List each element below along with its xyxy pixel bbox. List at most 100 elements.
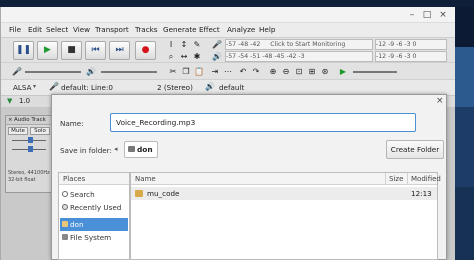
recording-channels-select[interactable]: 2 (Stereo) — [157, 83, 193, 92]
track-control-panel: × Audio Track Mute Solo Stereo, 44100Hz … — [5, 115, 53, 193]
recording-device-select[interactable]: default: Line:0 — [61, 83, 113, 92]
menu-edit[interactable]: Edit — [28, 23, 42, 37]
fit-selection-icon[interactable]: ⊡ — [293, 66, 305, 77]
cut-icon[interactable]: ✂ — [167, 66, 179, 77]
menu-analyze[interactable]: Analyze — [227, 23, 255, 37]
mic-volume-icon: 🎤 — [12, 67, 22, 76]
speaker-volume-icon: 🔊 — [86, 67, 96, 76]
skip-start-icon: ⏮ — [91, 45, 100, 55]
multi-tool-icon[interactable]: ✱ — [191, 51, 203, 62]
track-format-info: Stereo, 44100Hz 32-bit float — [8, 170, 50, 183]
table-row[interactable]: mu_code 12:13 — [131, 187, 437, 200]
skip-end-button[interactable]: ⏭ — [109, 41, 130, 60]
play-icon: ▶ — [44, 45, 51, 55]
playback-device-select[interactable]: default — [219, 83, 244, 92]
search-icon — [62, 191, 68, 197]
places-header: Places — [59, 173, 129, 185]
playback-device-icon: 🔊 — [205, 82, 215, 91]
play-at-speed-icon[interactable]: ▶ — [337, 66, 349, 77]
menu-bar: File Edit Select View Transport Tracks G… — [1, 23, 455, 37]
skip-start-button[interactable]: ⏮ — [85, 41, 106, 60]
save-in-folder-label: Save in folder: — [60, 146, 112, 155]
back-arrow-icon[interactable]: ◂ — [114, 145, 118, 153]
redo-icon[interactable]: ↷ — [250, 66, 262, 77]
selection-tool-icon[interactable]: I — [165, 39, 177, 50]
place-recently-used[interactable]: Recently Used — [60, 201, 128, 214]
playback-meter-right: -12 -9 -6 -3 0 — [375, 51, 447, 62]
menu-view[interactable]: View — [73, 23, 90, 37]
create-folder-button[interactable]: Create Folder — [386, 140, 444, 159]
zoom-toggle-icon[interactable]: ⊛ — [319, 66, 331, 77]
play-head-icon: ▼ — [7, 97, 13, 105]
skip-end-icon: ⏭ — [115, 45, 124, 55]
folder-icon — [135, 190, 143, 197]
silence-icon[interactable]: ⋯ — [222, 66, 234, 77]
audio-host-select[interactable]: ALSA — [13, 83, 32, 92]
save-file-dialog: × Name: Voice_Recording.mp3 Save in fold… — [51, 94, 447, 260]
place-label: don — [70, 220, 84, 229]
maximize-button[interactable]: □ — [422, 10, 432, 20]
recording-device-icon: 🎤 — [49, 82, 59, 91]
record-meter-scale: -57 -48 -42 — [226, 41, 261, 48]
play-speed-slider[interactable] — [353, 71, 397, 73]
path-label: don — [137, 145, 153, 154]
path-button-don[interactable]: don — [124, 141, 158, 158]
home-folder-icon — [62, 221, 68, 227]
menu-effect[interactable]: Effect — [199, 23, 220, 37]
places-sidebar: Places Search Recently Used don File Sys… — [58, 172, 130, 260]
place-label: Recently Used — [70, 203, 122, 212]
gain-slider-thumb[interactable] — [28, 137, 33, 143]
drive-icon — [62, 234, 68, 240]
record-icon: ● — [141, 45, 150, 55]
filename-input[interactable]: Voice_Recording.mp3 — [110, 113, 416, 132]
pause-button[interactable]: ❚❚ — [13, 41, 34, 60]
place-file-system[interactable]: File System — [60, 231, 128, 244]
minimize-button[interactable]: – — [407, 10, 417, 20]
draw-tool-icon[interactable]: ✎ — [191, 39, 203, 50]
play-button[interactable]: ▶ — [37, 41, 58, 60]
desktop-background — [454, 7, 474, 260]
solo-button[interactable]: Solo — [30, 127, 50, 135]
paste-icon[interactable]: 📋 — [193, 66, 205, 77]
playback-volume-slider[interactable] — [101, 71, 157, 73]
recording-volume-slider[interactable] — [25, 71, 81, 73]
track-close-icon[interactable]: × — [8, 116, 13, 125]
copy-icon[interactable]: ❐ — [180, 66, 192, 77]
zoom-in-icon[interactable]: ⊕ — [267, 66, 279, 77]
device-toolbar: ALSA ▾ 🎤 default: Line:0 2 (Stereo) 🔊 de… — [1, 79, 455, 95]
zoom-tool-icon[interactable]: ⌕ — [165, 51, 177, 62]
envelope-tool-icon[interactable]: ↕ — [178, 39, 190, 50]
close-button[interactable]: × — [438, 10, 448, 20]
timeshift-tool-icon[interactable]: ↔ — [178, 51, 190, 62]
mute-button[interactable]: Mute — [8, 127, 28, 135]
playback-meter[interactable]: -57 -54 -51 -48 -45 -42 -3 — [225, 51, 373, 62]
column-modified-header[interactable]: Modified — [407, 173, 441, 185]
playback-meter-icon: 🔊 — [212, 52, 222, 61]
track-name-bar[interactable]: × Audio Track — [6, 116, 52, 125]
mixer-edit-toolbar: 🎤 🔊 ✂ ❐ 📋 ⇥ ⋯ ↶ ↷ ⊕ ⊖ ⊡ ⊞ ⊛ ▶ — [1, 62, 455, 79]
menu-select[interactable]: Select — [46, 23, 68, 37]
menu-generate[interactable]: Generate — [163, 23, 197, 37]
dialog-close-button[interactable]: × — [436, 96, 444, 106]
zoom-out-icon[interactable]: ⊖ — [280, 66, 292, 77]
menu-file[interactable]: File — [9, 23, 21, 37]
place-search[interactable]: Search — [60, 188, 128, 201]
transport-toolbar: ❚❚ ▶ ■ ⏮ ⏭ ● I ↕ ✎ ⌕ ↔ ✱ 🎤 🔊 -57 -48 -42… — [1, 37, 455, 62]
place-don[interactable]: don — [60, 218, 128, 231]
menu-transport[interactable]: Transport — [95, 23, 129, 37]
record-meter[interactable]: -57 -48 -42 Click to Start Monitoring — [225, 39, 373, 50]
trim-icon[interactable]: ⇥ — [209, 66, 221, 77]
column-size-header[interactable]: Size — [385, 173, 407, 185]
file-list: Name Size Modified mu_code 12:13 — [130, 172, 441, 260]
fit-project-icon[interactable]: ⊞ — [306, 66, 318, 77]
clock-icon — [62, 204, 68, 210]
place-label: File System — [70, 233, 112, 242]
desktop-top-bar — [0, 0, 474, 7]
undo-icon[interactable]: ↶ — [237, 66, 249, 77]
stop-button[interactable]: ■ — [61, 41, 82, 60]
menu-help[interactable]: Help — [259, 23, 275, 37]
pan-slider-thumb[interactable] — [28, 146, 33, 152]
menu-tracks[interactable]: Tracks — [135, 23, 158, 37]
column-name-header[interactable]: Name — [131, 173, 385, 185]
record-button[interactable]: ● — [135, 41, 156, 60]
